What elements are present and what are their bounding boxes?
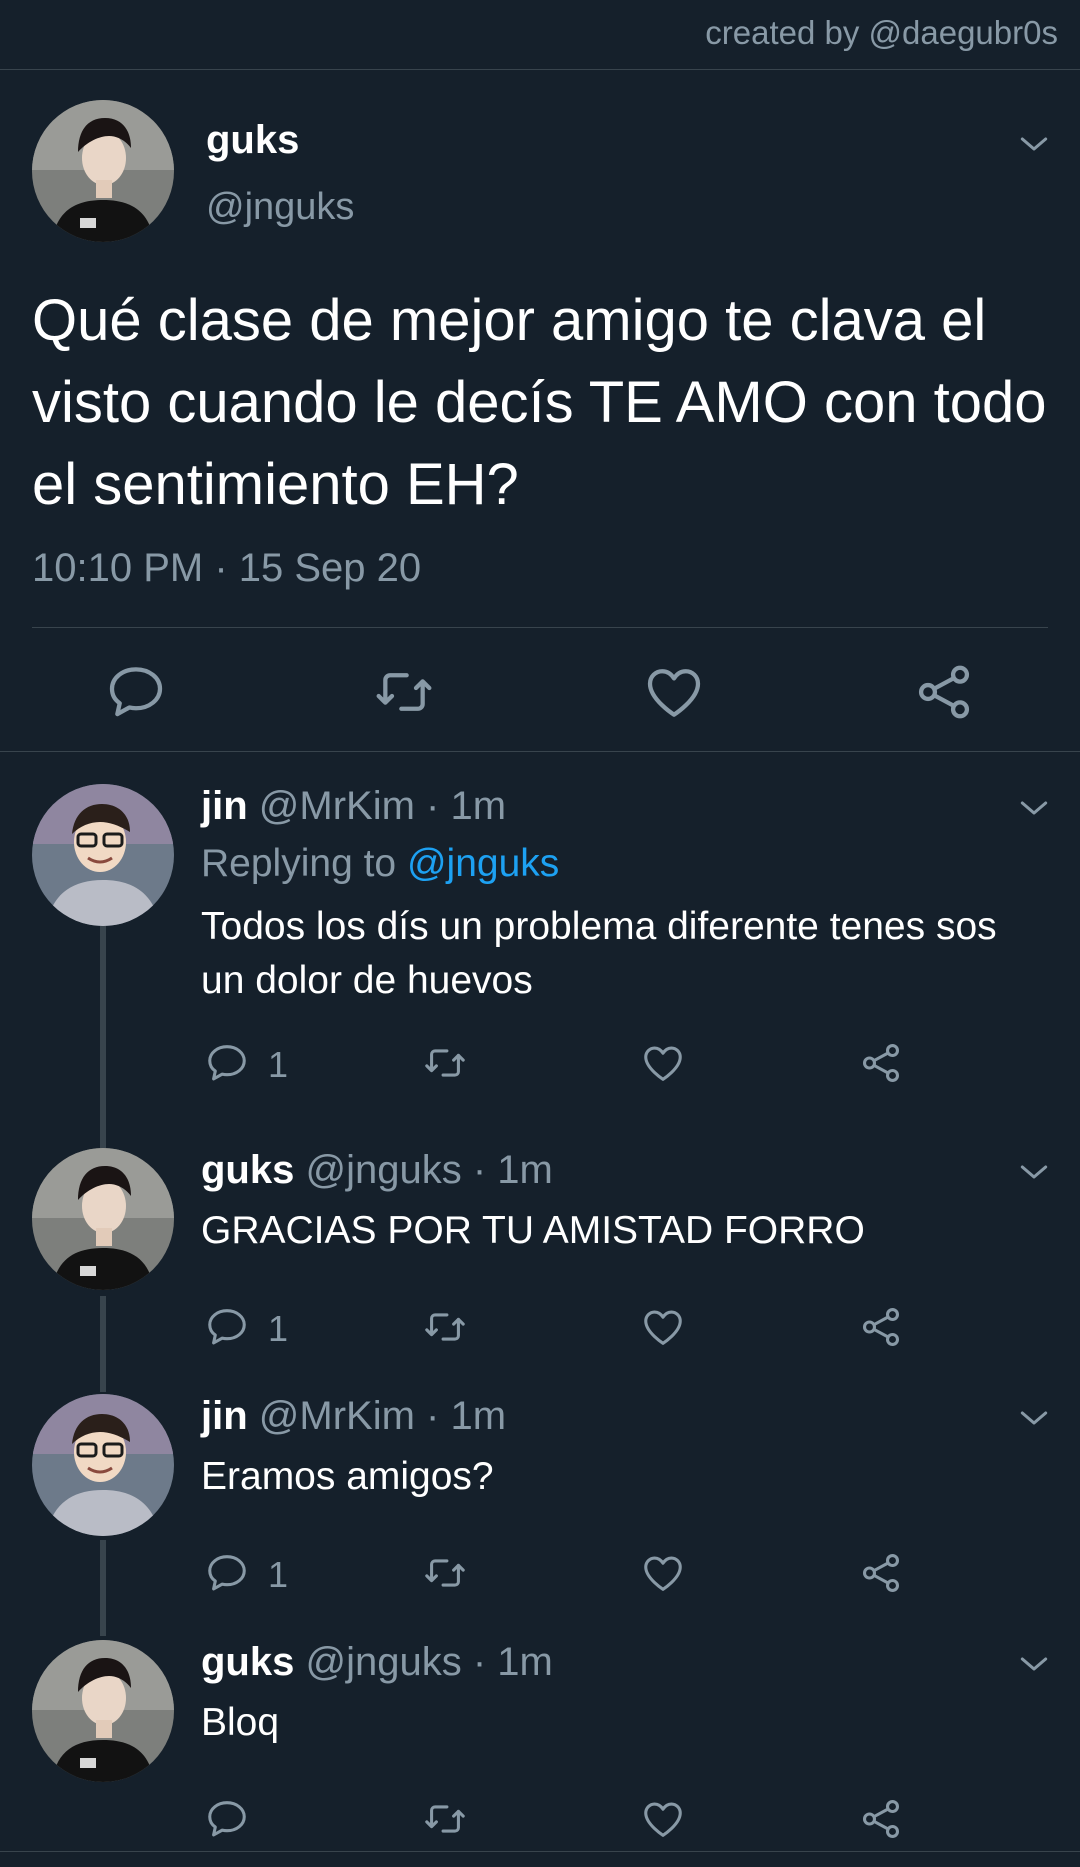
reply-header: jin @MrKim · 1m xyxy=(201,1394,506,1439)
like-icon[interactable] xyxy=(642,660,706,724)
author-name[interactable]: guks xyxy=(201,1148,294,1192)
retweet-icon[interactable] xyxy=(372,660,436,724)
share-icon[interactable] xyxy=(858,1040,904,1086)
avatar[interactable] xyxy=(32,1394,174,1536)
share-icon[interactable] xyxy=(858,1796,904,1842)
like-icon[interactable] xyxy=(640,1304,686,1350)
reply-icon[interactable] xyxy=(204,1550,250,1596)
thread-line xyxy=(100,926,106,1148)
reply-header: guks @jnguks · 1m xyxy=(201,1148,553,1193)
tweet-text: Qué clase de mejor amigo te clava el vis… xyxy=(32,288,1047,517)
reply-actions: 1 xyxy=(0,1040,1080,1090)
avatar[interactable] xyxy=(32,1640,174,1782)
reply-text: Todos los dís un problema diferente tene… xyxy=(201,905,997,1002)
reply-header: guks @jnguks · 1m xyxy=(201,1640,553,1685)
like-icon[interactable] xyxy=(640,1040,686,1086)
retweet-icon[interactable] xyxy=(422,1304,468,1350)
share-icon[interactable] xyxy=(858,1304,904,1350)
replying-prefix: Replying to xyxy=(201,842,397,885)
credit-text: created by @daegubr0s xyxy=(705,14,1058,51)
retweet-icon[interactable] xyxy=(422,1040,468,1086)
like-icon[interactable] xyxy=(640,1550,686,1596)
reply-actions xyxy=(0,1796,1080,1846)
author-meta: @jnguks · 1m xyxy=(305,1148,553,1192)
reply-header: jin @MrKim · 1m xyxy=(201,784,506,829)
share-icon[interactable] xyxy=(858,1550,904,1596)
author-meta: @MrKim · 1m xyxy=(258,784,507,828)
reply-icon[interactable] xyxy=(204,1040,250,1086)
author-name[interactable]: jin xyxy=(201,784,248,828)
reply-text: Bloq xyxy=(201,1701,280,1744)
chevron-down-icon[interactable] xyxy=(1014,1398,1054,1438)
avatar[interactable] xyxy=(32,100,174,242)
reply-text: Eramos amigos? xyxy=(201,1455,494,1498)
author-name[interactable]: guks xyxy=(206,118,299,163)
main-tweet: guks @jnguks Qué clase de mejor amigo te… xyxy=(0,70,1080,752)
author-name[interactable]: jin xyxy=(201,1394,248,1438)
share-icon[interactable] xyxy=(912,660,976,724)
tweet-actions xyxy=(0,660,1080,730)
mention-link[interactable]: @jnguks xyxy=(407,842,559,885)
chevron-down-icon[interactable] xyxy=(1014,124,1054,164)
reply-icon[interactable] xyxy=(204,1796,250,1842)
reply-count: 1 xyxy=(268,1554,289,1595)
chevron-down-icon[interactable] xyxy=(1014,1152,1054,1192)
like-icon[interactable] xyxy=(640,1796,686,1842)
reply-actions: 1 xyxy=(0,1304,1080,1354)
divider xyxy=(0,1851,1080,1852)
retweet-icon[interactable] xyxy=(422,1796,468,1842)
author-name[interactable]: guks xyxy=(201,1640,294,1684)
reply-text: GRACIAS POR TU AMISTAD FORRO xyxy=(201,1209,865,1252)
chevron-down-icon[interactable] xyxy=(1014,788,1054,828)
reply-actions: 1 xyxy=(0,1550,1080,1600)
avatar[interactable] xyxy=(32,784,174,926)
reply-count: 1 xyxy=(268,1308,289,1349)
divider xyxy=(32,627,1048,628)
replying-to: Replying to @jnguks xyxy=(201,842,559,886)
reply-icon[interactable] xyxy=(104,660,168,724)
author-meta: @jnguks · 1m xyxy=(305,1640,553,1684)
avatar[interactable] xyxy=(32,1148,174,1290)
author-handle[interactable]: @jnguks xyxy=(206,186,354,229)
reply-icon[interactable] xyxy=(204,1304,250,1350)
retweet-icon[interactable] xyxy=(422,1550,468,1596)
tweet-timestamp: 10:10 PM · 15 Sep 20 xyxy=(32,546,422,590)
credit-bar: created by @daegubr0s xyxy=(0,0,1080,70)
chevron-down-icon[interactable] xyxy=(1014,1644,1054,1684)
reply-count: 1 xyxy=(268,1044,289,1085)
author-meta: @MrKim · 1m xyxy=(258,1394,507,1438)
